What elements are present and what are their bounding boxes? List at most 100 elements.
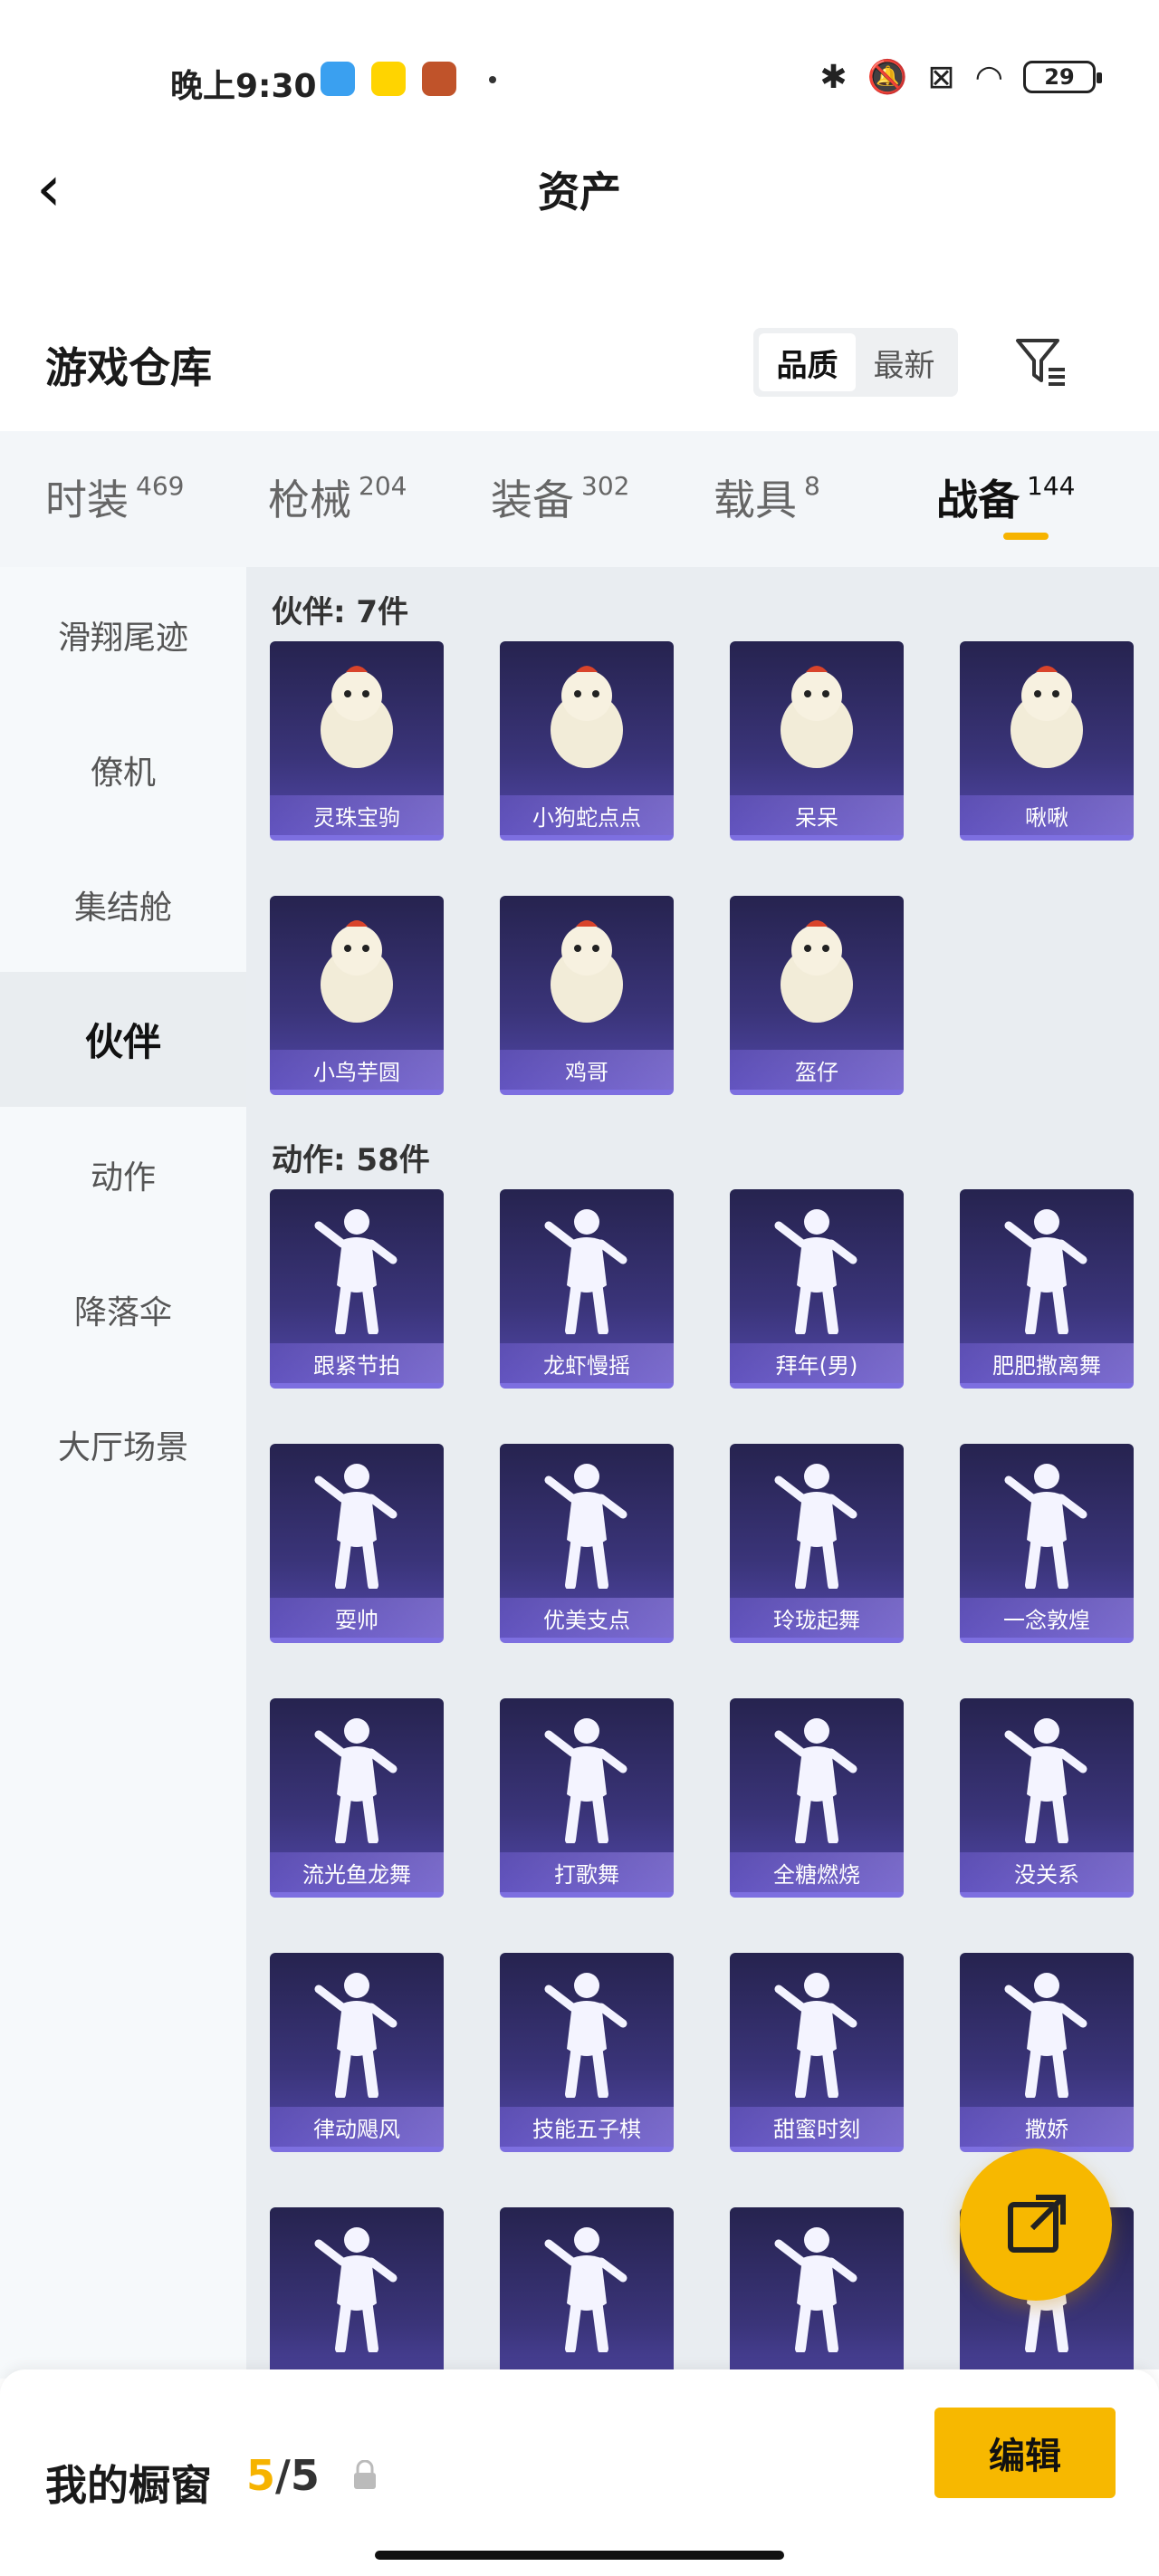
filter-icon[interactable]	[1012, 333, 1070, 391]
lock-icon	[354, 2460, 376, 2489]
card-figure	[730, 2207, 904, 2361]
tab-count: 144	[1027, 471, 1076, 501]
card-figure	[500, 896, 674, 1050]
card-label: 啾啾	[960, 795, 1134, 835]
sort-latest-button[interactable]: 最新	[856, 333, 953, 391]
tab-label: 时装	[45, 476, 129, 524]
card-label: 一念敦煌	[960, 1598, 1134, 1638]
emote-silhouette-icon	[1004, 1209, 1087, 1334]
emote-card[interactable]: 玲珑起舞	[730, 1444, 904, 1643]
companion-figure-icon	[1011, 666, 1083, 768]
emote-silhouette-icon	[314, 1718, 398, 1843]
card-label: 优美支点	[500, 1598, 674, 1638]
sidebar-item[interactable]: 伙伴	[0, 972, 246, 1107]
card-figure	[730, 641, 904, 795]
card-figure	[500, 1444, 674, 1598]
emote-card[interactable]: 技能五子棋	[500, 1953, 674, 2152]
tab-2[interactable]: 装备 302	[491, 431, 714, 567]
tab-label: 枪械	[268, 476, 351, 524]
companion-card[interactable]: 啾啾	[960, 641, 1134, 841]
bluetooth-icon: ✱	[819, 58, 848, 96]
sort-quality-button[interactable]: 品质	[759, 333, 856, 391]
card-label: 龙虾慢摇	[500, 1343, 674, 1383]
notification-dot	[489, 76, 496, 83]
tab-0[interactable]: 时装 469	[45, 431, 268, 567]
sidebar-item[interactable]: 僚机	[0, 702, 246, 837]
card-figure	[500, 641, 674, 795]
emote-card[interactable]	[730, 2207, 904, 2369]
card-label: 鸡哥	[500, 1050, 674, 1090]
card-figure	[270, 2207, 444, 2361]
card-label: 灵珠宝驹	[270, 795, 444, 835]
sidebar-item[interactable]: 集结舱	[0, 837, 246, 972]
emote-card[interactable]: 优美支点	[500, 1444, 674, 1643]
share-button[interactable]	[960, 2148, 1112, 2301]
group-title: 动作: 58件	[272, 1142, 430, 1178]
emote-card[interactable]: 撒娇	[960, 1953, 1134, 2152]
companion-card[interactable]: 鸡哥	[500, 896, 674, 1095]
emote-card[interactable]: 肥肥撒离舞	[960, 1189, 1134, 1389]
wifi-icon: ◠	[974, 58, 1003, 96]
emote-card[interactable]	[500, 2207, 674, 2369]
card-figure	[730, 1698, 904, 1852]
sidebar: 滑翔尾迹 僚机 集结舱 伙伴 动作 降落伞 大厅场景	[0, 567, 246, 2379]
sidebar-item[interactable]: 降落伞	[0, 1242, 246, 1377]
emote-silhouette-icon	[774, 1464, 857, 1589]
emote-card[interactable]: 跟紧节拍	[270, 1189, 444, 1389]
emote-card[interactable]: 龙虾慢摇	[500, 1189, 674, 1389]
companion-card[interactable]: 小鸟芋圆	[270, 896, 444, 1095]
card-figure	[500, 1953, 674, 2107]
card-figure	[730, 1953, 904, 2107]
card-figure	[960, 641, 1134, 795]
share-icon	[1008, 2195, 1066, 2253]
showcase-bar: 我的橱窗 5/5 编辑	[0, 2369, 1159, 2576]
mute-icon: 🔕	[867, 59, 908, 96]
companion-card[interactable]: 小狗蛇点点	[500, 641, 674, 841]
emote-card[interactable]: 没关系	[960, 1698, 1134, 1898]
emote-card[interactable]: 甜蜜时刻	[730, 1953, 904, 2152]
emote-card[interactable]: 律动飓风	[270, 1953, 444, 2152]
companion-figure-icon	[321, 920, 393, 1023]
card-label: 甜蜜时刻	[730, 2107, 904, 2147]
emote-silhouette-icon	[774, 2227, 857, 2352]
tab-1[interactable]: 枪械 204	[268, 431, 491, 567]
card-figure	[270, 1189, 444, 1343]
card-label: 全糖燃烧	[730, 1852, 904, 1892]
card-figure	[500, 1698, 674, 1852]
category-tabs: 时装 469 枪械 204 装备 302 载具 8 战备 144	[0, 431, 1159, 567]
tab-label: 装备	[491, 476, 574, 524]
card-label: 玲珑起舞	[730, 1598, 904, 1638]
card-label: 肥肥撒离舞	[960, 1343, 1134, 1383]
home-indicator[interactable]	[375, 2551, 784, 2560]
emote-card[interactable]: 流光鱼龙舞	[270, 1698, 444, 1898]
companion-card[interactable]: 盔仔	[730, 896, 904, 1095]
emote-card[interactable]: 耍帅	[270, 1444, 444, 1643]
card-label: 技能五子棋	[500, 2107, 674, 2147]
emote-card[interactable]	[270, 2207, 444, 2369]
card-figure	[270, 1953, 444, 2107]
tab-4[interactable]: 战备 144	[936, 431, 1159, 567]
card-figure	[960, 1953, 1134, 2107]
warehouse-title: 游戏仓库	[45, 343, 212, 392]
emote-card[interactable]: 打歌舞	[500, 1698, 674, 1898]
tab-3[interactable]: 载具 8	[714, 431, 936, 567]
emote-card[interactable]: 一念敦煌	[960, 1444, 1134, 1643]
emote-silhouette-icon	[544, 1464, 627, 1589]
card-figure	[270, 641, 444, 795]
emote-card[interactable]: 全糖燃烧	[730, 1698, 904, 1898]
companion-card[interactable]: 呆呆	[730, 641, 904, 841]
emote-silhouette-icon	[544, 2227, 627, 2352]
emote-silhouette-icon	[774, 1973, 857, 2098]
edit-button[interactable]: 编辑	[934, 2408, 1116, 2498]
sidebar-item[interactable]: 动作	[0, 1107, 246, 1242]
card-label: 流光鱼龙舞	[270, 1852, 444, 1892]
card-figure	[500, 1189, 674, 1343]
card-label: 耍帅	[270, 1598, 444, 1638]
emote-silhouette-icon	[314, 1209, 398, 1334]
card-figure	[960, 1189, 1134, 1343]
emote-card[interactable]: 拜年(男)	[730, 1189, 904, 1389]
sidebar-item[interactable]: 大厅场景	[0, 1377, 246, 1512]
sidebar-item[interactable]: 滑翔尾迹	[0, 567, 246, 702]
emote-silhouette-icon	[1004, 1718, 1087, 1843]
companion-card[interactable]: 灵珠宝驹	[270, 641, 444, 841]
